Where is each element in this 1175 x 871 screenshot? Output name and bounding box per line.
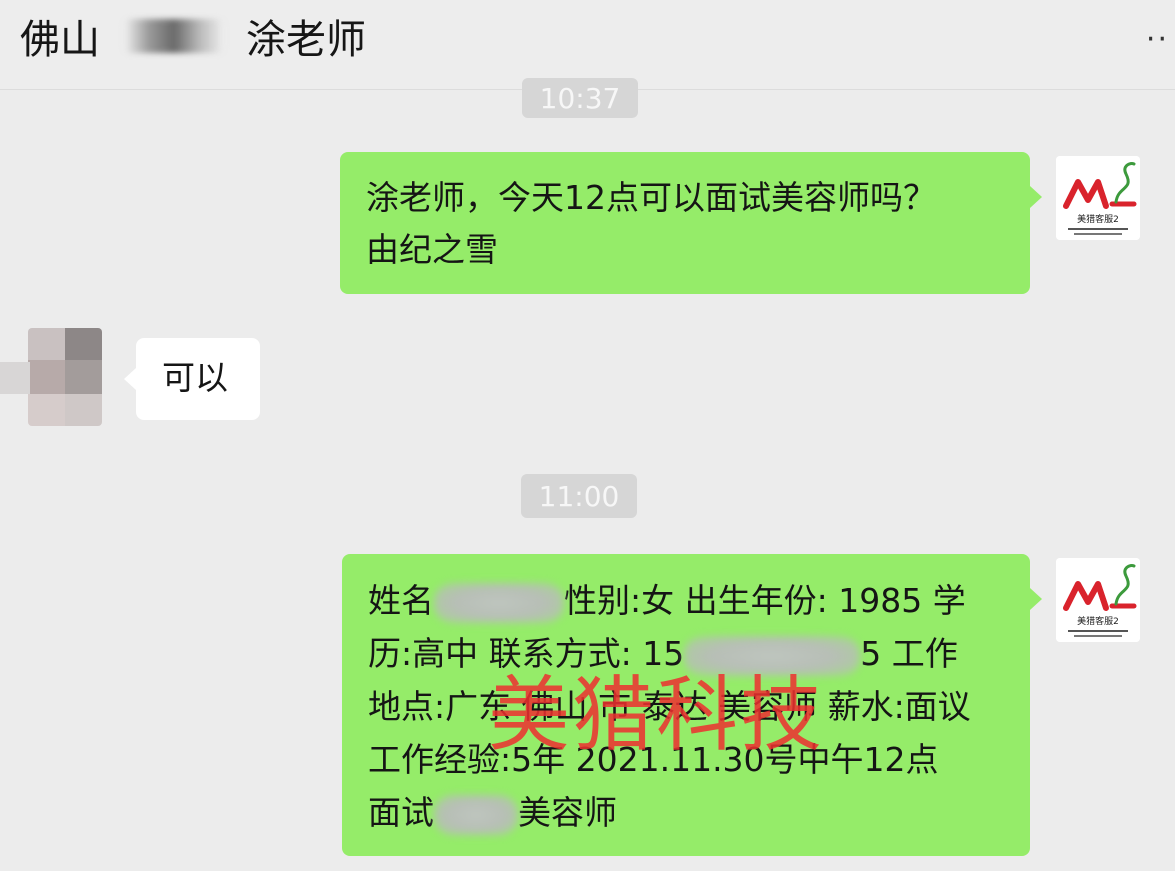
chat-header: 佛山 涂老师 ··: [0, 0, 1175, 90]
avatar-blur-fragment: [0, 362, 30, 394]
message-line: 工作经验:5年 2021.11.30号中午12点: [368, 740, 939, 779]
outgoing-message-bubble[interactable]: 涂老师，今天12点可以面试美容师吗？ 由纪之雪: [340, 152, 1030, 294]
message-fragment: 面试: [368, 793, 434, 832]
timestamp: 11:00: [521, 474, 637, 518]
message-line: 面试 美容师: [368, 786, 1004, 839]
redacted-phone: [684, 635, 861, 676]
timestamp: 10:37: [522, 78, 638, 118]
message-fragment: 姓名: [368, 581, 434, 620]
redacted-name: [434, 582, 564, 623]
contact-avatar-pixelated[interactable]: [28, 328, 102, 426]
chat-title-suffix: 涂老师: [246, 17, 366, 63]
message-fragment: 性别:女 出生年份: 1985 学: [564, 581, 966, 620]
avatar[interactable]: 美猎客服2: [1056, 558, 1140, 642]
message-text: 可以: [162, 358, 228, 397]
message-line: 由纪之雪: [366, 230, 498, 269]
outgoing-message-bubble[interactable]: 姓名 性别:女 出生年份: 1985 学 历:高中 联系方式: 15 5 工作 地点…: [342, 554, 1030, 856]
redacted-name: [124, 19, 224, 53]
chat-title-prefix: 佛山: [20, 17, 100, 63]
message-line: 涂老师，今天12点可以面试美容师吗？: [366, 178, 936, 217]
ml-logo-icon: 美猎客服2: [1056, 156, 1140, 240]
message-fragment: 美容师: [518, 793, 617, 832]
message-line: 历:高中 联系方式: 15 5 工作: [368, 627, 1004, 680]
logo-caption: 美猎客服2: [1077, 213, 1119, 225]
chat-title: 佛山 涂老师: [20, 8, 366, 64]
incoming-message-bubble[interactable]: 可以: [136, 338, 260, 420]
message-fragment: 历:高中 联系方式: 15: [368, 634, 685, 673]
bubble-tail: [1030, 186, 1042, 208]
message-line: 地点:广东 佛山 市 泰达 美容师 薪水:面议: [368, 687, 971, 726]
more-options-icon[interactable]: ··: [1146, 22, 1169, 57]
avatar[interactable]: 美猎客服2: [1056, 156, 1140, 240]
redacted-store: [434, 794, 518, 835]
message-fragment: 5 工作: [860, 634, 958, 673]
bubble-tail: [1030, 588, 1042, 610]
ml-logo-icon: 美猎客服2: [1056, 558, 1140, 642]
message-line: 姓名 性别:女 出生年份: 1985 学: [368, 574, 1004, 627]
logo-caption: 美猎客服2: [1077, 615, 1119, 627]
bubble-tail: [124, 368, 136, 390]
